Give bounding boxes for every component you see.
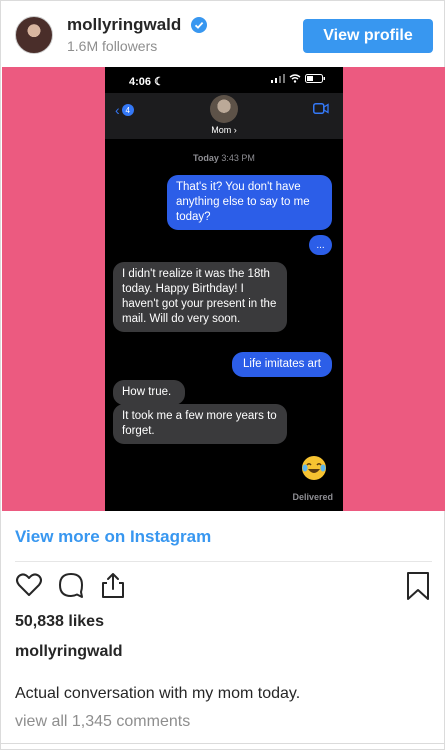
username[interactable]: mollyringwald [67,15,181,35]
message-bubble-sent: ... [309,235,332,255]
heart-icon[interactable] [15,571,43,599]
post-caption: Actual conversation with my mom today. [15,685,301,702]
message-bubble-sent: Life imitates art [232,352,332,377]
signal-icon [271,74,285,83]
unread-badge: 4 [121,104,134,116]
view-comments-link[interactable]: view all 1,345 comments [15,713,190,731]
verified-badge-icon [191,17,207,33]
bottom-divider [1,743,445,744]
status-time: 4:06 ☾ [129,75,164,88]
instagram-embed: mollyringwald 1.6M followers View profil… [0,0,445,750]
comment-icon[interactable] [57,571,85,599]
battery-icon [305,74,325,83]
message-bubble-sent: That's it? You don't have anything else … [167,175,332,230]
view-more-link[interactable]: View more on Instagram [15,527,211,547]
message-timestamp: Today 3:43 PM [105,153,343,163]
post-header: mollyringwald 1.6M followers View profil… [1,1,445,67]
bookmark-icon[interactable] [405,571,431,601]
wifi-icon [289,74,301,83]
video-call-icon[interactable] [313,103,329,114]
phone-screenshot: 4:06 ☾ ‹ 4 Mom › Today 3:43 PM That's it?… [105,67,343,511]
contact-name[interactable]: Mom › [105,125,343,135]
message-bubble-received: I didn't realize it was the 18th today. … [113,262,287,332]
post-media[interactable]: 4:06 ☾ ‹ 4 Mom › Today 3:43 PM That's it?… [2,67,445,511]
share-icon[interactable] [99,571,127,599]
message-bubble-received: It took me a few more years to forget. [113,404,287,444]
message-bubble-received: How true. [113,380,185,405]
status-icons [271,74,325,83]
laughing-crying-emoji-icon [302,456,326,480]
divider [15,561,432,562]
avatar[interactable] [15,16,53,54]
delivered-status: Delivered [292,492,333,502]
view-profile-button[interactable]: View profile [303,19,433,53]
contact-name-text: Mom [211,125,232,135]
action-bar [1,571,445,605]
contact-avatar[interactable] [210,95,238,123]
status-time-text: 4:06 [129,76,152,88]
moon-icon: ☾ [154,76,164,88]
chat-header: ‹ 4 Mom › [105,93,343,139]
timestamp-time: 3:43 PM [221,153,255,163]
timestamp-day: Today [193,153,219,163]
post-owner[interactable]: mollyringwald [15,643,123,661]
followers-count: 1.6M followers [67,38,158,54]
chevron-left-icon: ‹ [115,102,120,118]
back-button[interactable]: ‹ 4 [115,102,134,118]
status-bar: 4:06 ☾ [105,67,343,93]
likes-count[interactable]: 50,838 likes [15,613,104,631]
